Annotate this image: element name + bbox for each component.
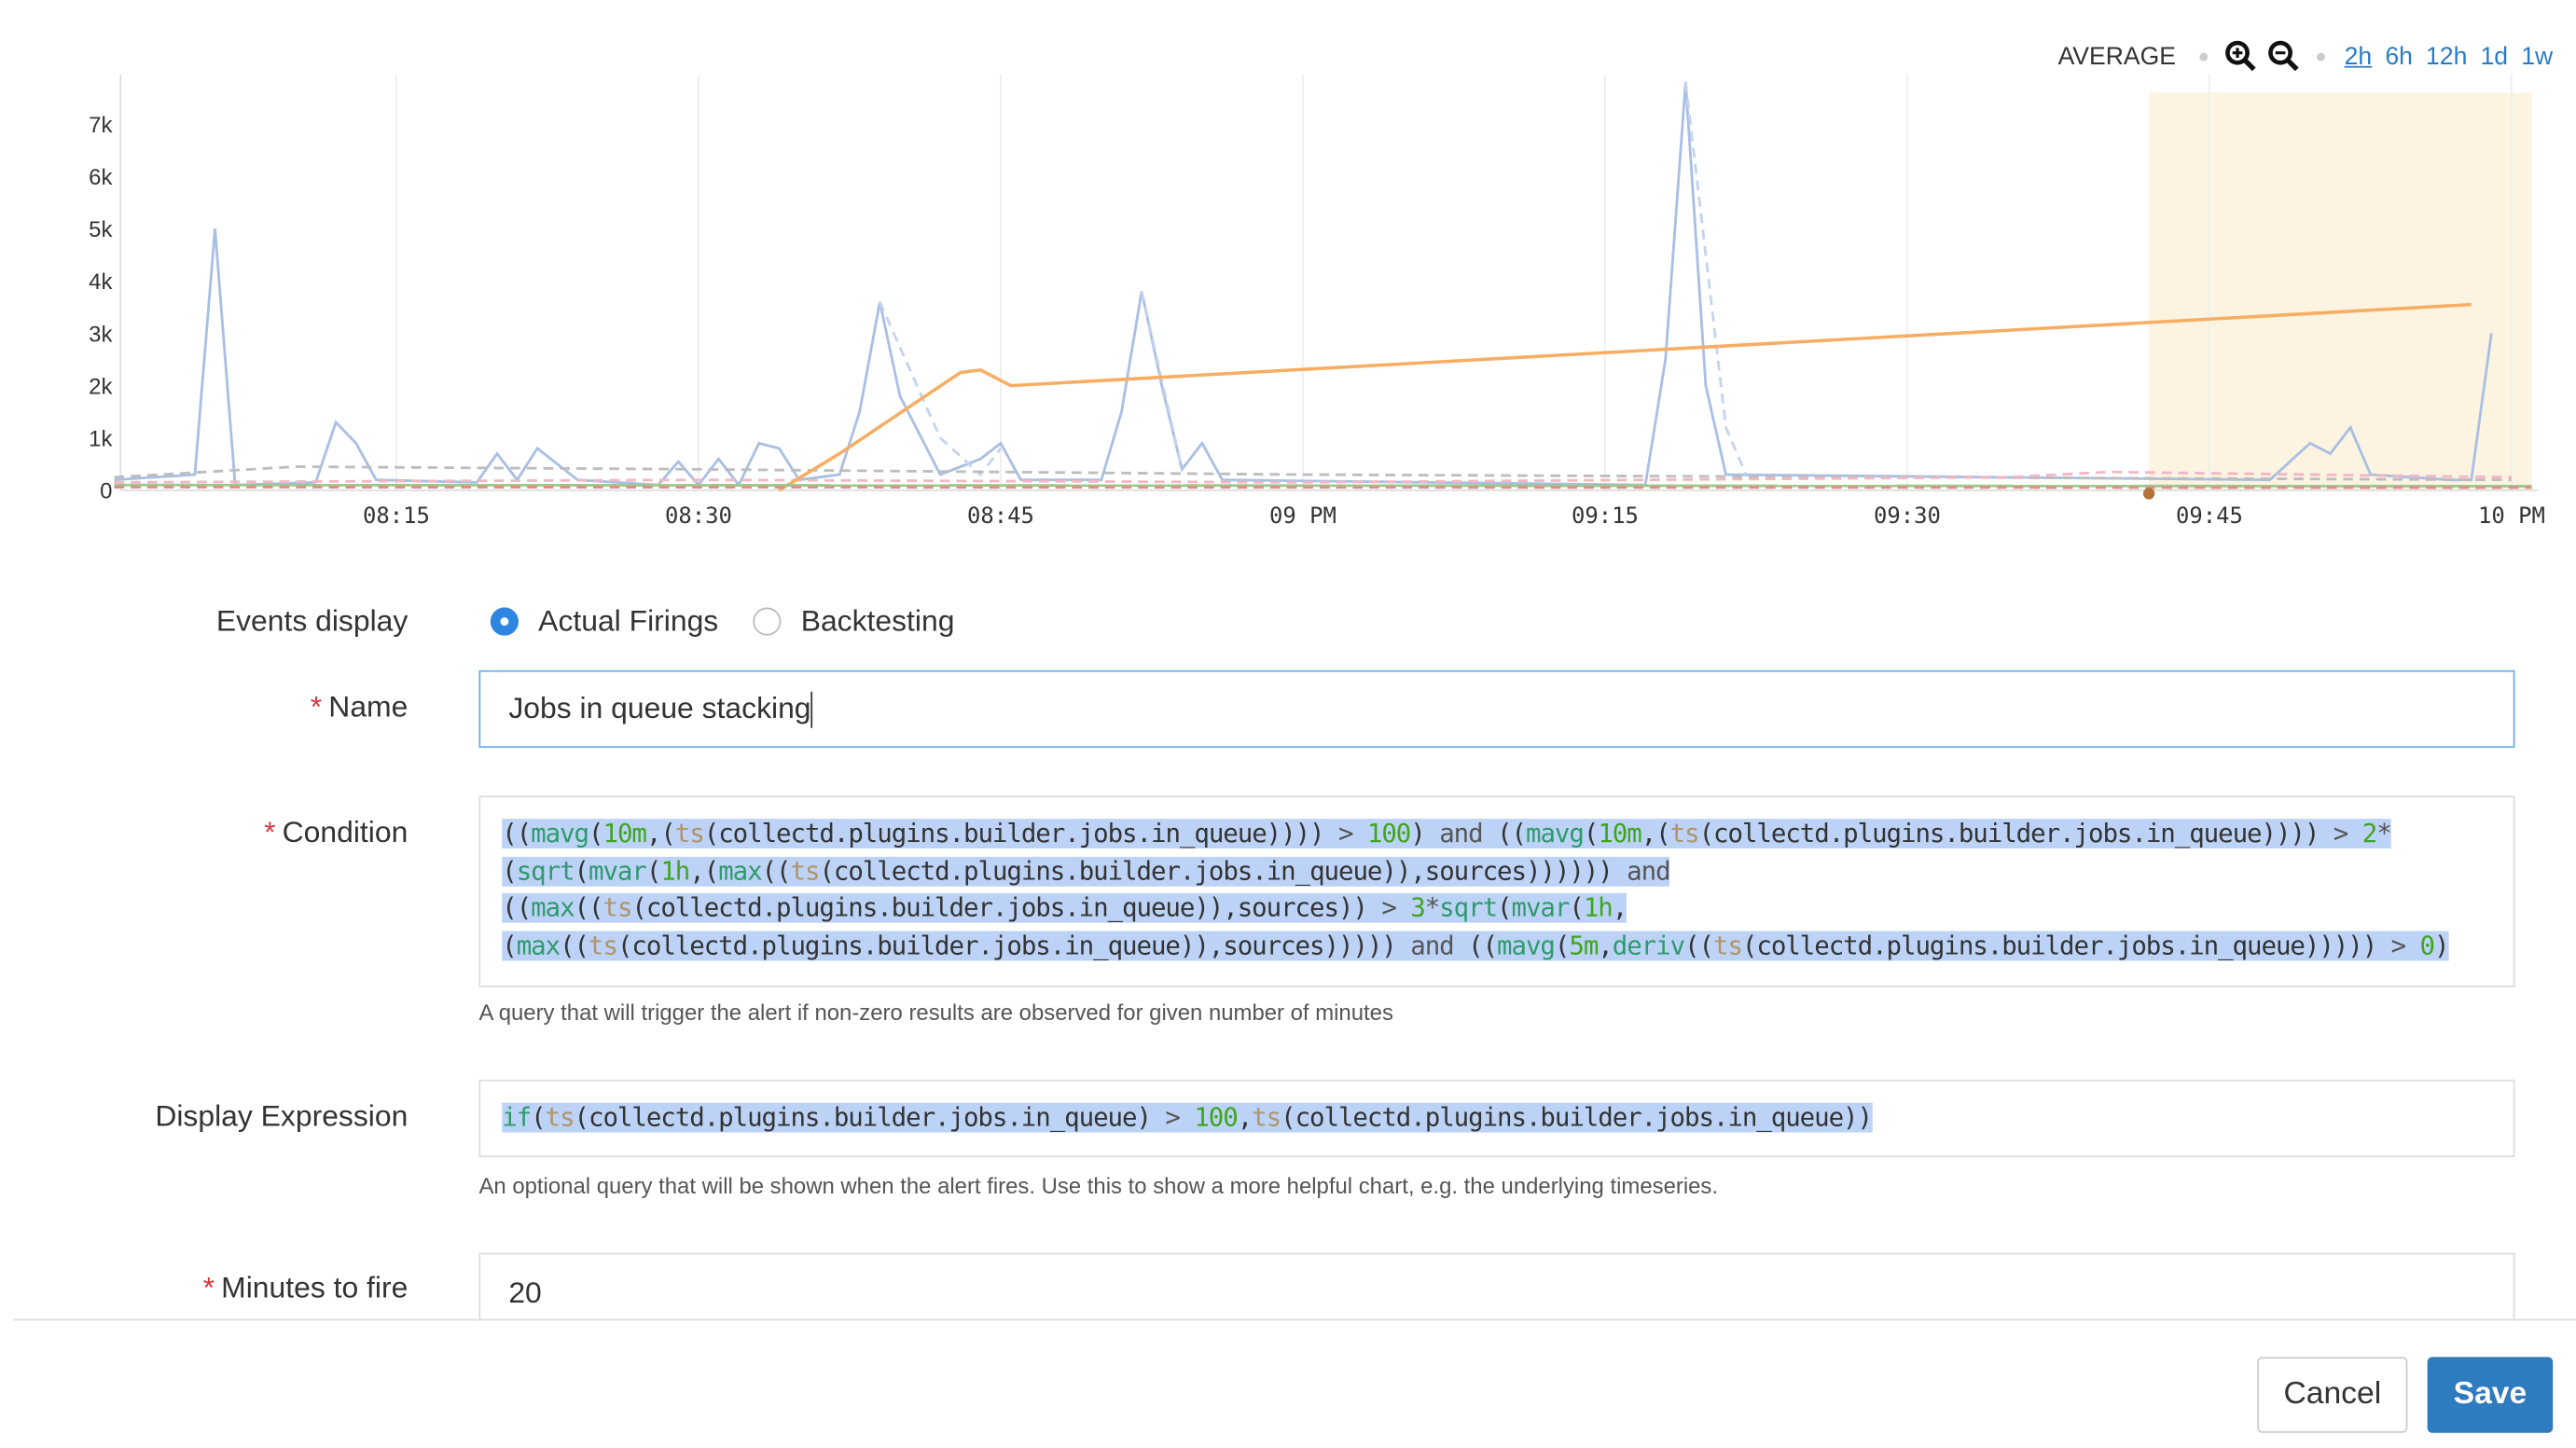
condition-label: * Condition [264,816,408,850]
text-cursor [810,690,813,727]
x-tick-label: 10 PM [2478,503,2545,529]
x-tick-label: 08:15 [363,503,430,529]
x-tick-label: 08:30 [665,503,732,529]
y-tick-label: 2k [89,374,112,399]
y-tick-label: 5k [89,217,112,242]
y-tick-label: 6k [89,165,112,190]
x-tick-label: 09:45 [2176,503,2243,529]
name-label: * Name [311,690,409,724]
radio-label: Backtesting [800,604,955,638]
name-value: Jobs in queue stacking [508,691,811,725]
minutes-to-fire-input[interactable]: 20 [478,1252,2515,1321]
display-expression-code: if(ts(collectd.plugins.builder.jobs.in_q… [502,1102,1873,1133]
events-display-label: Events display [215,604,409,638]
x-tick-label: 08:45 [967,503,1034,529]
radio-label: Actual Firings [538,604,719,638]
radio-actual-firings[interactable]: Actual Firings [490,604,719,639]
series-line [114,483,2532,488]
required-mark: * [310,690,323,724]
label-text: Name [328,690,409,724]
condition-editor[interactable]: ((mavg(10m,(ts(collectd.plugins.builder.… [478,795,2515,987]
required-mark: * [264,815,276,849]
y-tick-label: 1k [89,427,112,452]
timeseries-chart[interactable]: 08:15 08:30 08:45 09 PM 09:15 09:30 09:45 10 PM… [0,66,2576,545]
y-tick-label: 4k [89,269,112,295]
name-input[interactable]: Jobs in queue stacking [478,669,2515,749]
series-line [1683,81,1748,476]
separator-dot [2198,51,2208,61]
series-line [114,486,2532,490]
display-expression-help: An optional query that will be shown whe… [478,1173,1719,1199]
minutes-to-fire-label: * Minutes to fire [203,1271,409,1305]
minutes-value: 20 [508,1276,542,1310]
label-text: Minutes to fire [221,1271,409,1304]
label-text: Condition [282,815,409,849]
radio-unchecked-icon[interactable] [753,607,782,636]
footer-divider [13,1318,2576,1321]
y-tick-label: 0 [100,479,112,504]
highlight-region [2149,92,2532,490]
y-tick-label: 3k [89,322,112,347]
x-tick-label: 09:15 [1572,503,1639,529]
y-tick-label: 7k [89,113,112,138]
radio-backtesting[interactable]: Backtesting [753,604,954,639]
cancel-button[interactable]: Cancel [2257,1357,2408,1433]
x-tick-label: 09:30 [1874,503,1941,529]
required-mark: * [202,1271,215,1304]
separator-dot [2316,51,2325,61]
display-expression-editor[interactable]: if(ts(collectd.plugins.builder.jobs.in_q… [478,1079,2515,1158]
radio-checked-icon[interactable] [490,607,519,636]
condition-help: A query that will trigger the alert if n… [478,1000,1393,1026]
save-button[interactable]: Save [2427,1357,2554,1433]
alert-editor: AVERAGE 2h 6h 12h 1d 1w 08:15 08:30 08:45 0… [0,0,2576,1448]
condition-code: ((mavg(10m,(ts(collectd.plugins.builder.… [502,819,2450,961]
x-tick-label: 09 PM [1269,503,1336,529]
display-expression-label: Display Expression [155,1099,409,1133]
event-marker [2142,488,2155,500]
